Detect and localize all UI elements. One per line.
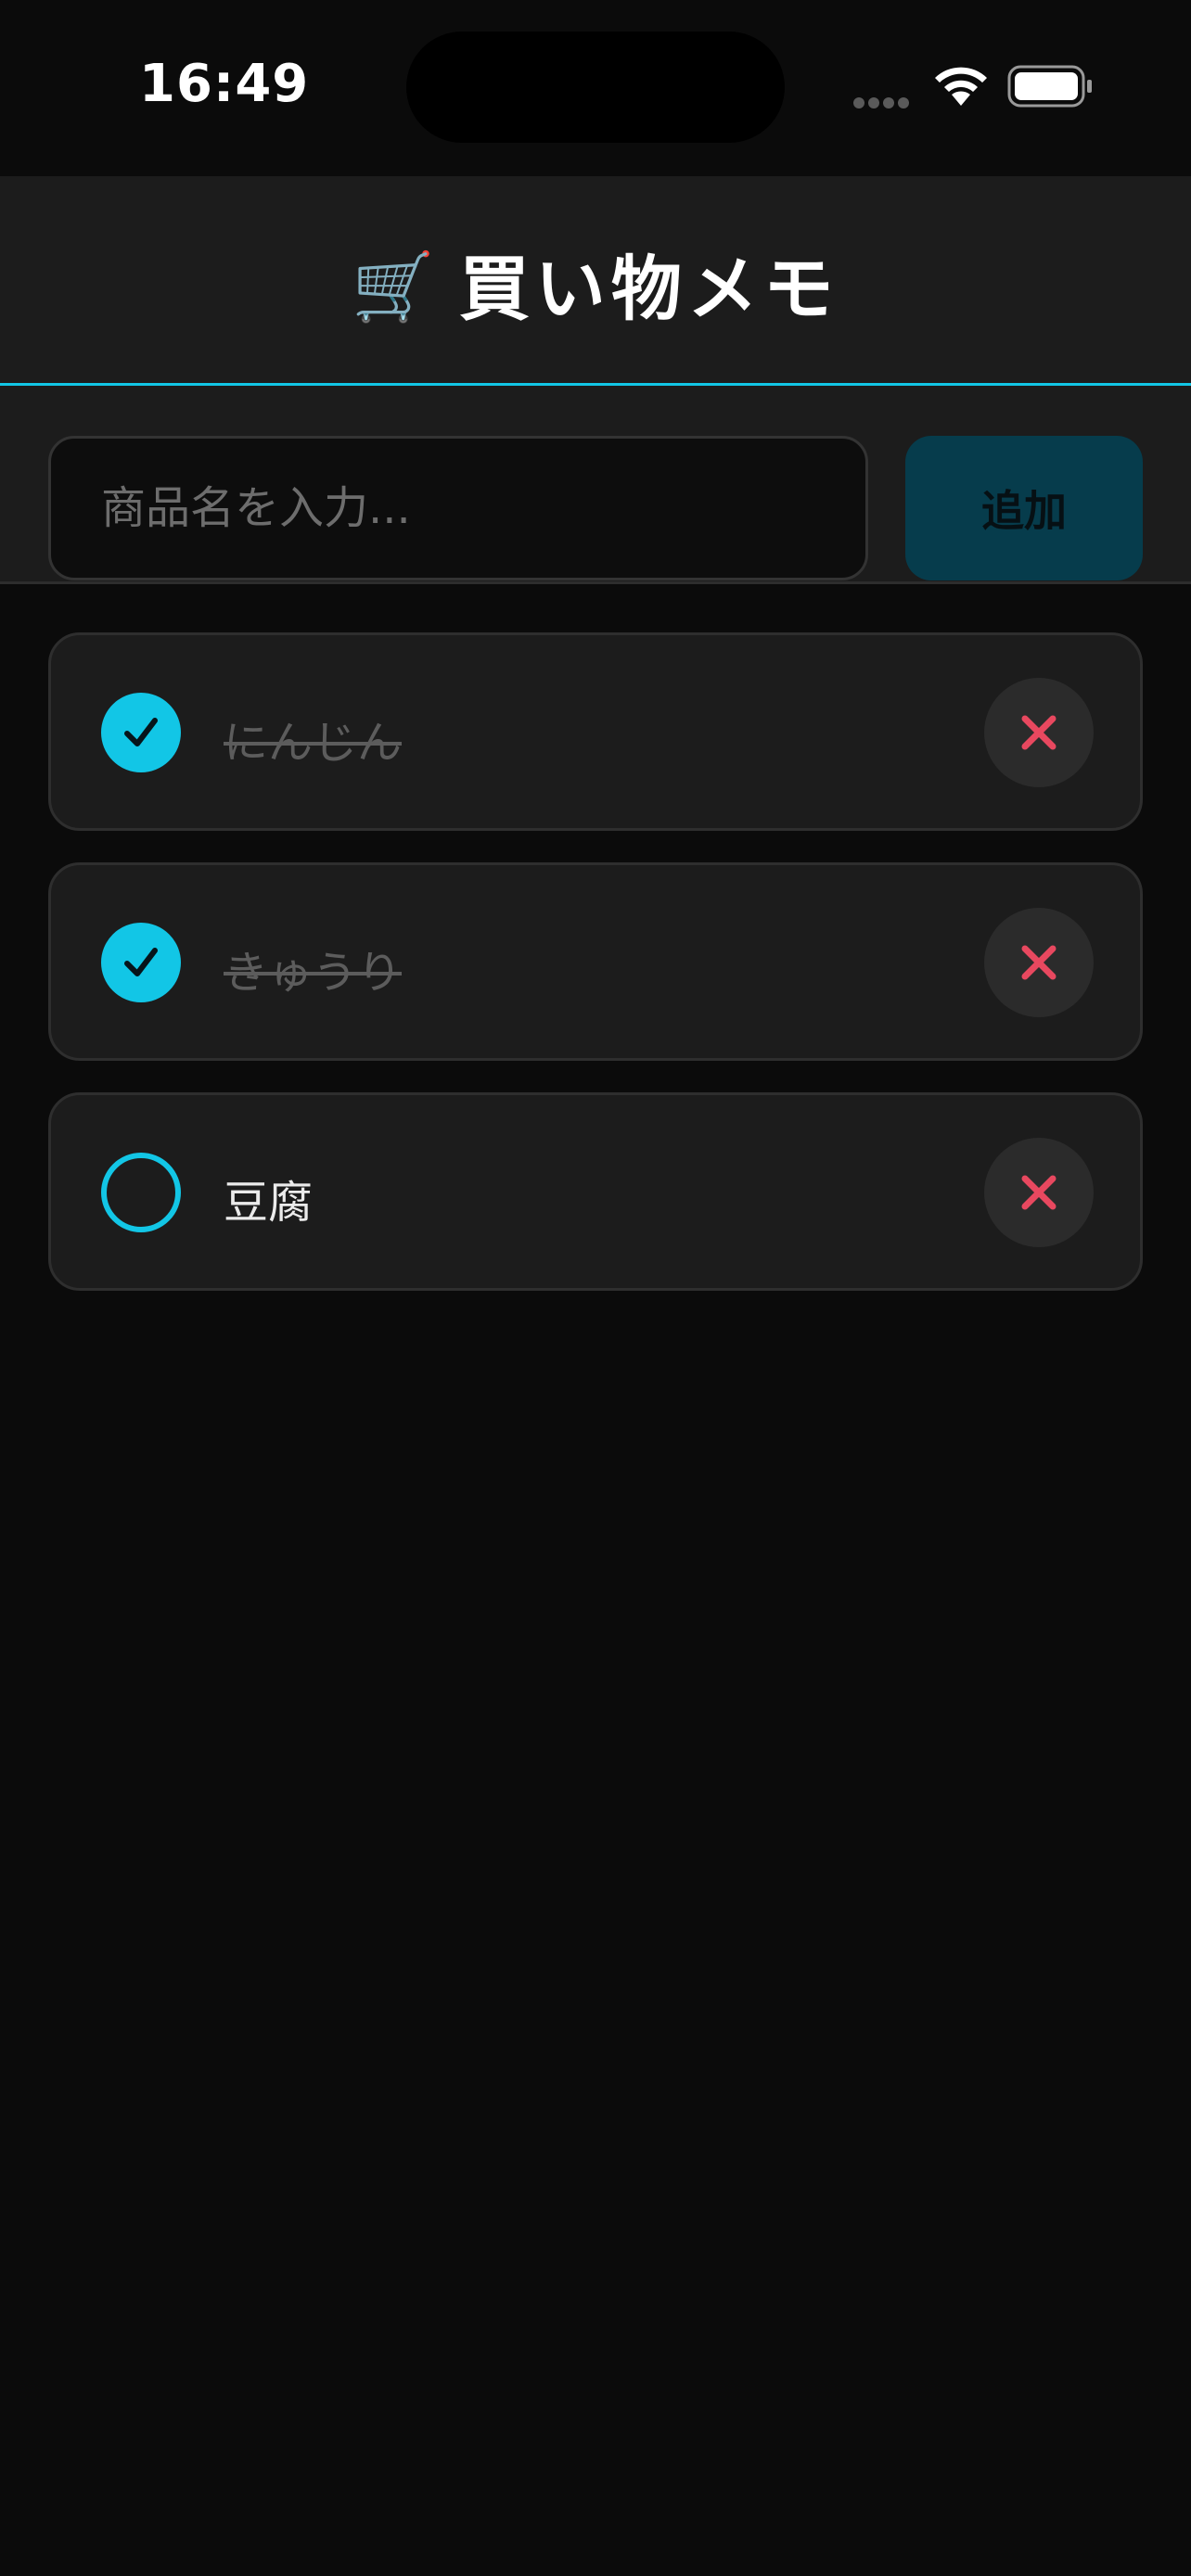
delete-button[interactable] bbox=[984, 908, 1094, 1017]
checkbox-unchecked[interactable] bbox=[101, 1153, 181, 1232]
checkmark-icon bbox=[124, 718, 158, 746]
wifi-icon bbox=[935, 67, 987, 106]
checkbox-checked[interactable] bbox=[101, 923, 181, 1002]
shopping-cart-icon: 🛒 bbox=[352, 248, 441, 325]
checkmark-icon bbox=[124, 948, 158, 976]
checkbox-checked[interactable] bbox=[101, 693, 181, 772]
delete-button[interactable] bbox=[984, 678, 1094, 787]
cellular-signal-icon bbox=[853, 95, 913, 112]
close-icon bbox=[1021, 945, 1057, 980]
dynamic-island bbox=[406, 32, 785, 143]
add-button[interactable]: 追加 bbox=[905, 436, 1143, 580]
app-title-text: 買い物メモ bbox=[458, 248, 839, 330]
shopping-list: にんじん きゅうり 豆腐 bbox=[48, 632, 1143, 1322]
status-time: 16:49 bbox=[139, 54, 310, 114]
page-title: 🛒 買い物メモ bbox=[0, 232, 1191, 334]
battery-icon bbox=[1007, 65, 1092, 108]
list-item: きゅうり bbox=[48, 862, 1143, 1061]
close-icon bbox=[1021, 1175, 1057, 1210]
close-icon bbox=[1021, 715, 1057, 750]
item-name: 豆腐 bbox=[224, 1177, 314, 1229]
item-name-input[interactable] bbox=[48, 436, 868, 580]
item-name: きゅうり bbox=[224, 947, 403, 999]
app-header: 🛒 買い物メモ bbox=[0, 176, 1191, 386]
list-item: 豆腐 bbox=[48, 1092, 1143, 1291]
item-name: にんじん bbox=[224, 717, 403, 769]
add-item-bar: 追加 bbox=[0, 386, 1191, 584]
list-item: にんじん bbox=[48, 632, 1143, 831]
delete-button[interactable] bbox=[984, 1138, 1094, 1247]
status-bar: 16:49 bbox=[0, 0, 1191, 176]
